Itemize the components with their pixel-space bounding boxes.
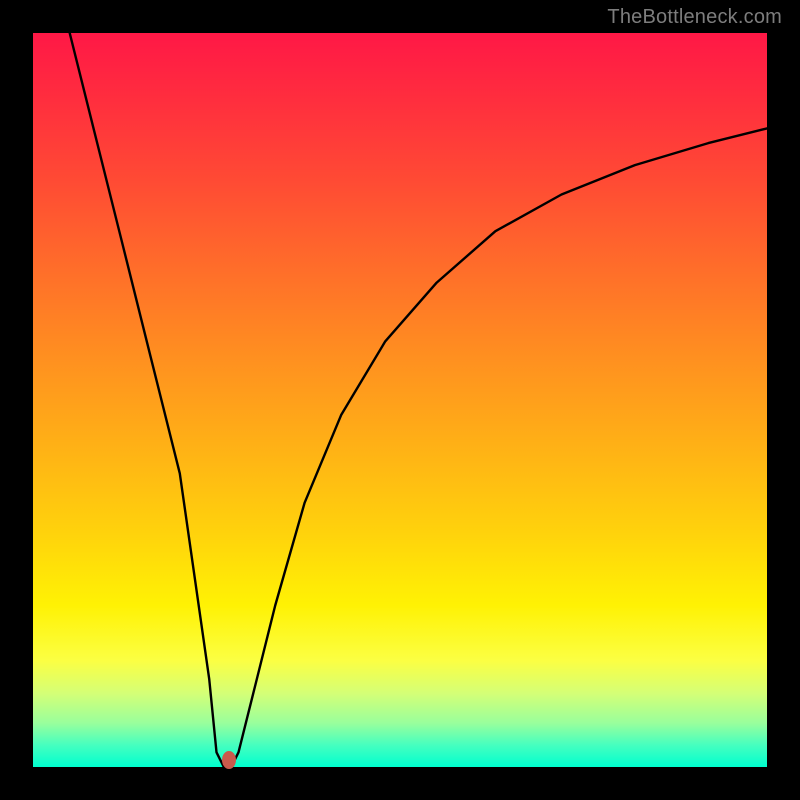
optimum-marker: [222, 751, 236, 769]
watermark-text: TheBottleneck.com: [607, 6, 782, 29]
curve-path: [70, 33, 767, 767]
plot-area: [33, 33, 767, 767]
bottleneck-curve: [33, 33, 767, 767]
chart-frame: TheBottleneck.com: [0, 0, 800, 800]
